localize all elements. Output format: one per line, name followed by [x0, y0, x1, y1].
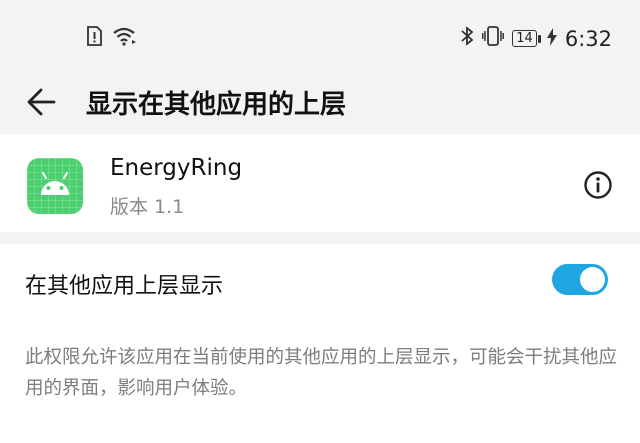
permission-label: 在其他应用上层显示 [25, 274, 224, 299]
info-icon[interactable] [583, 170, 613, 200]
status-time: 6:32 [564, 26, 612, 51]
back-arrow-icon[interactable] [26, 86, 58, 118]
permission-card: 在其他应用上层显示 此权限允许该应用在当前使用的其他应用的上层显示，可能会干扰其… [0, 244, 640, 443]
overlay-permission-toggle[interactable] [552, 264, 608, 295]
vibrate-icon [482, 26, 505, 51]
status-bar-right: 14 6:32 [460, 26, 612, 51]
wifi-icon [112, 26, 138, 50]
battery-icon: 14 [512, 30, 541, 47]
status-bar-left [86, 26, 138, 50]
android-robot-icon [27, 158, 83, 214]
app-info-card: EnergyRing 版本 1.1 [0, 134, 640, 232]
app-name: EnergyRing [110, 155, 243, 181]
permission-description: 此权限允许该应用在当前使用的其他应用的上层显示，可能会干扰其他应用的界面，影响用… [25, 347, 618, 399]
bluetooth-icon [460, 26, 474, 51]
page-title: 显示在其他应用的上层 [86, 90, 347, 120]
charging-icon [546, 27, 557, 51]
status-bar: 14 6:32 [0, 0, 640, 72]
sim-alert-icon [86, 26, 102, 50]
toolbar: 显示在其他应用的上层 [0, 72, 640, 134]
toggle-knob [580, 267, 605, 292]
app-version: 版本 1.1 [110, 196, 185, 218]
